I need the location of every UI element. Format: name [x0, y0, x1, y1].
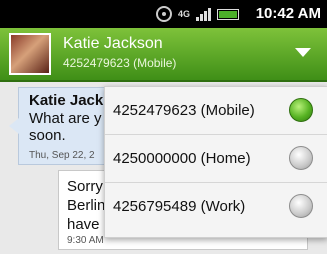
chevron-down-icon[interactable] [295, 48, 311, 57]
phone-number-dropdown: 4252479623 (Mobile) 4250000000 (Home) 42… [104, 86, 327, 238]
status-icons: 4G [155, 6, 239, 22]
avatar[interactable] [9, 33, 51, 75]
dropdown-option-mobile[interactable]: 4252479623 (Mobile) [105, 87, 327, 135]
gps-icon [155, 6, 172, 22]
dropdown-option-home[interactable]: 4250000000 (Home) [105, 135, 327, 183]
radio-selected-icon[interactable] [289, 98, 313, 122]
message-timestamp: 9:30 AM [67, 235, 104, 246]
signal-icon [196, 7, 211, 21]
battery-icon [217, 8, 239, 20]
dropdown-option-work[interactable]: 4256795489 (Work) [105, 183, 327, 231]
radio-unselected-icon[interactable] [289, 146, 313, 170]
contact-header[interactable]: Katie Jackson 4252479623 (Mobile) [0, 28, 327, 82]
radio-unselected-icon[interactable] [289, 194, 313, 218]
option-label: 4252479623 (Mobile) [113, 102, 255, 119]
contact-number: 4252479623 (Mobile) [63, 56, 177, 70]
message-timestamp: Thu, Sep 22, 2 [29, 150, 95, 161]
status-time: 10:42 AM [255, 5, 321, 22]
message-sender: Katie Jack [29, 92, 104, 109]
option-label: 4250000000 (Home) [113, 150, 251, 167]
status-bar: 4G 10:42 AM [0, 0, 327, 28]
contact-name: Katie Jackson [63, 35, 163, 52]
option-label: 4256795489 (Work) [113, 198, 246, 215]
network-icon: 4G [177, 9, 190, 19]
